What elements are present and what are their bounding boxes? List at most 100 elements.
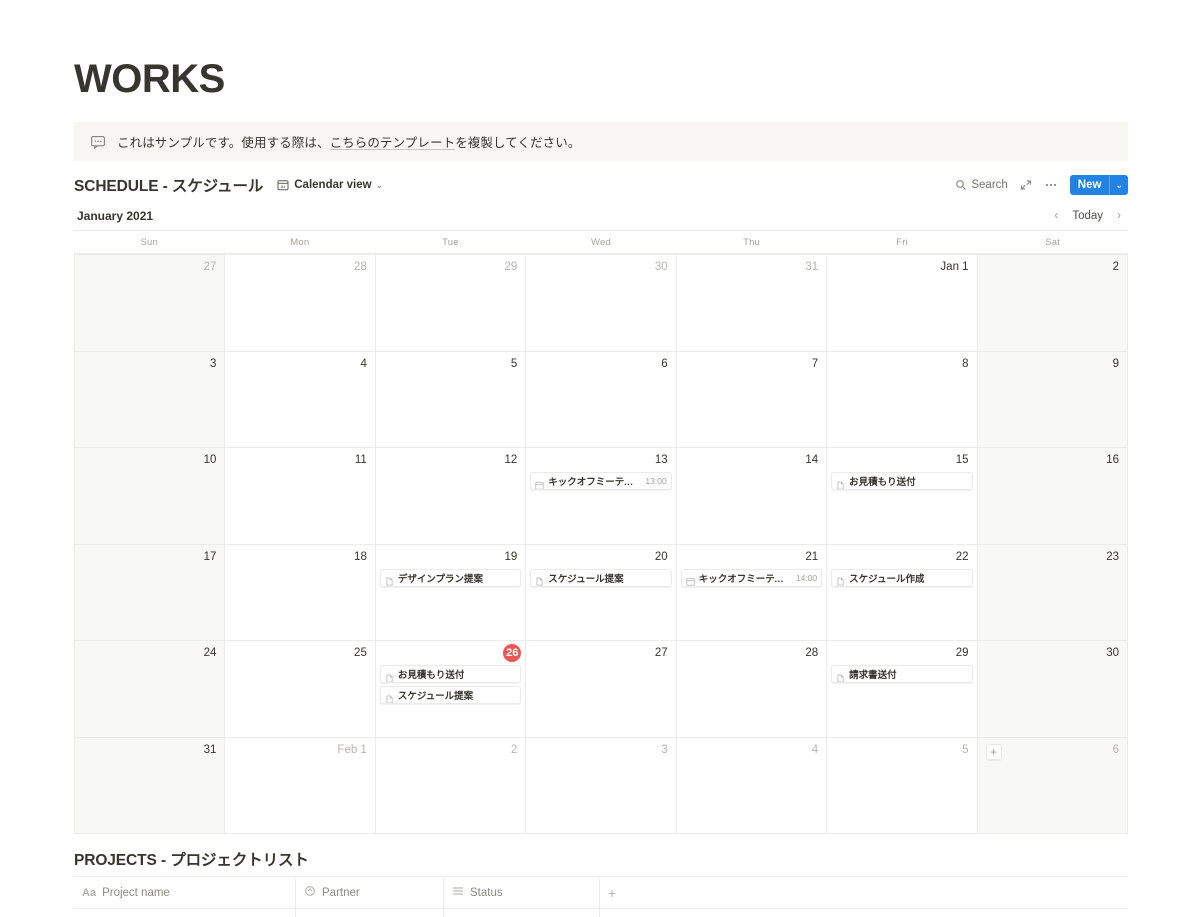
calendar-day-cell[interactable]: 2 [376,737,527,833]
day-events [79,662,220,665]
view-selector-calendar[interactable]: 31 Calendar view ⌄ [274,177,386,193]
calendar-event-chip[interactable]: 請求書送付 [831,665,973,683]
page-title: WORKS [74,57,225,101]
day-events [982,566,1123,569]
cell-partner[interactable]: Company name D [296,909,444,917]
day-events [982,373,1123,376]
calendar-day-cell[interactable]: Feb 1 [225,737,376,833]
calendar-day-cell[interactable]: 19 デザインプラン提案 [376,544,527,640]
calendar-day-cell[interactable]: 27 [75,255,226,351]
calendar-day-cell[interactable]: 5 [376,351,527,447]
calendar-day-cell[interactable]: 4 [677,737,828,833]
calendar-day-cell[interactable]: 25 [225,641,376,737]
day-events [681,469,822,472]
calendar-day-cell[interactable]: 16 [977,448,1128,544]
chevron-down-icon[interactable]: ⌄ [1110,175,1128,195]
table-row[interactable]: コーポレートサイト Company name D 12月〜1月 Complete [74,909,1128,917]
calendar-day-cell[interactable]: 18 [225,544,376,640]
day-events [831,759,972,762]
day-events [380,759,521,762]
add-event-button[interactable]: + [985,743,1002,760]
calendar-event-chip[interactable]: デザインプラン提案 [379,568,522,587]
calendar-day-cell[interactable]: 22 スケジュール作成 [827,544,978,640]
prev-month-button[interactable]: ‹ [1047,207,1065,225]
calendar-day-cell[interactable]: 26 お見積もり送付 スケジュール提案 [376,641,527,737]
event-time: 13:00 [645,476,667,486]
calendar-day-cell[interactable]: 23 [977,544,1128,640]
calendar-day-cell[interactable]: 21 キックオフミーティング 14:00 [677,544,828,640]
cell-project-name[interactable]: コーポレートサイト [74,909,296,917]
day-events [380,276,521,279]
template-link[interactable]: こちらのテンプレート [330,136,456,150]
calendar-day-cell[interactable]: 30 [526,255,677,351]
calendar-day-cell[interactable]: 13 キックオフミーティング 13:00 [526,448,677,544]
day-number: 27 [654,647,668,659]
calendar-event-chip[interactable]: スケジュール提案 [379,686,522,704]
calendar-day-cell[interactable]: 31 [677,255,828,351]
day-number: 10 [203,454,217,466]
calendar-day-cell[interactable]: 24 [75,641,226,737]
calendar-day-cell[interactable]: 30 [977,641,1128,737]
calendar-day-cell[interactable]: 5 [827,737,978,833]
projects-title: PROJECTS - プロジェクトリスト [74,852,309,869]
add-column-button[interactable]: + [600,877,1128,908]
column-header-partner[interactable]: Partner [296,877,444,908]
day-number: Jan 1 [940,261,969,273]
next-month-button[interactable]: › [1110,207,1128,225]
calendar-day-cell[interactable]: 3 [75,351,226,447]
column-header-project-name[interactable]: Aa Project name [74,877,296,908]
expand-button[interactable] [1014,176,1038,194]
column-header-status[interactable]: Status [444,877,600,908]
calendar-day-cell[interactable]: 12 [376,448,527,544]
calendar-day-cell[interactable]: 17 [75,544,226,640]
calendar-day-cell[interactable]: 11 [225,448,376,544]
calendar-day-cell[interactable]: 10 [75,448,226,544]
more-options-button[interactable] [1038,176,1064,194]
calendar-day-cell[interactable]: 31 [75,737,226,833]
day-events [79,373,220,376]
calendar-day-cell[interactable]: 29 [376,255,527,351]
day-events [380,373,521,376]
calendar-icon [685,573,695,586]
search-button[interactable]: Search [949,176,1013,194]
cell-status[interactable]: 12月〜1月 Complete [444,909,600,917]
calendar-day-cell[interactable]: 28 [677,641,828,737]
calendar-event-chip[interactable]: お見積もり送付 [379,665,522,683]
day-events: お見積もり送付 [831,469,973,490]
day-number: 7 [811,357,819,370]
event-title: お見積もり送付 [849,477,916,488]
calendar-day-cell[interactable]: 14 [677,448,828,544]
event-title: キックオフミーティング [698,573,791,585]
calendar-icon [535,477,545,489]
calendar-day-cell[interactable]: 8 [827,351,978,447]
calendar-day-cell[interactable]: 3 [526,737,677,833]
event-title: お見積もり送付 [397,670,465,681]
projects-database: PROJECTS - プロジェクトリスト Aa Project name Par… [74,848,1128,917]
calendar-day-cell[interactable]: 4 [225,351,376,447]
calendar-event-chip[interactable]: キックオフミーティング 14:00 [680,568,823,587]
calendar-day-cell[interactable]: 28 [225,255,376,351]
calendar-day-cell[interactable]: 15 お見積もり送付 [827,448,978,544]
day-number: 14 [805,454,819,466]
today-button[interactable]: Today [1065,209,1110,223]
calendar-day-cell[interactable]: +6 [977,737,1128,833]
calendar-day-cell[interactable]: 6 [526,351,677,447]
calendar-event-chip[interactable]: キックオフミーティング 13:00 [530,472,672,490]
calendar-day-cell[interactable]: 27 [526,641,677,737]
calendar-day-cell[interactable]: 2 [977,255,1128,351]
day-number: 6 [1112,743,1119,756]
calendar-day-cell[interactable]: 7 [677,351,828,447]
calendar-event-chip[interactable]: お見積もり送付 [831,472,973,490]
day-events [229,662,370,665]
page-icon [535,573,544,586]
calendar-day-cell[interactable]: 29 請求書送付 [827,641,978,737]
day-number: 28 [805,647,819,659]
calendar-event-chip[interactable]: スケジュール提案 [530,568,672,587]
day-number: 3 [661,743,668,756]
calendar-event-chip[interactable]: スケジュール作成 [831,568,973,587]
calendar-day-cell[interactable]: Jan 1 [827,255,978,351]
calendar-day-cell[interactable]: 9 [977,351,1128,447]
day-events [982,469,1123,472]
calendar-day-cell[interactable]: 20 スケジュール提案 [526,544,677,640]
new-button[interactable]: New ⌄ [1069,175,1128,195]
